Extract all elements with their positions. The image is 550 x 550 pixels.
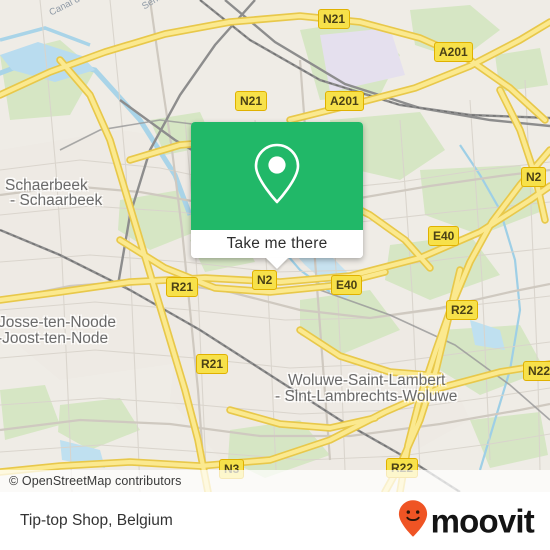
moovit-smiley-pin-icon bbox=[398, 500, 428, 543]
map-place-label: -Joost-ten-Node bbox=[0, 330, 109, 347]
take-me-there-label: Take me there bbox=[226, 235, 328, 252]
road-shield: R21 bbox=[166, 277, 199, 297]
road-shield: N21 bbox=[318, 9, 351, 29]
map-place-label: Josse-ten-Noode bbox=[0, 314, 117, 331]
popup-pointer bbox=[266, 258, 288, 269]
map-place-label: Schaerbeek bbox=[5, 177, 88, 194]
popup-image-area bbox=[191, 122, 363, 230]
map-attribution: © OpenStreetMap contributors bbox=[0, 470, 550, 492]
location-title: Tip-top Shop, Belgium bbox=[20, 512, 173, 529]
road-shield: E40 bbox=[331, 275, 363, 295]
road-shield: E40 bbox=[428, 226, 460, 246]
map-place-label: - Schaarbeek bbox=[10, 192, 103, 209]
footer-bar: Tip-top Shop, Belgium moovit bbox=[0, 492, 550, 550]
moovit-brand: moovit bbox=[398, 500, 535, 543]
road-shield: R22 bbox=[446, 300, 479, 320]
road-shield: N22 bbox=[523, 361, 550, 381]
moovit-map-screen: Canal de Bruxelles à l'Escaut Senne Scha… bbox=[0, 0, 550, 550]
road-shield: A201 bbox=[325, 91, 364, 111]
road-shield: R21 bbox=[196, 354, 229, 374]
take-me-there-popup[interactable]: Take me there bbox=[191, 122, 363, 269]
road-shield: N2 bbox=[521, 167, 547, 187]
map-attribution-text: © OpenStreetMap contributors bbox=[9, 474, 182, 488]
moovit-wordmark: moovit bbox=[430, 502, 535, 540]
take-me-there-button[interactable]: Take me there bbox=[191, 230, 363, 258]
map-place-label: - Sint-Lambrechts-Woluwe bbox=[275, 388, 458, 405]
road-shield: N21 bbox=[235, 91, 268, 111]
map-place-label: Woluwe-Saint-Lambert bbox=[288, 372, 446, 389]
location-pin-icon bbox=[249, 139, 305, 214]
road-shield: N2 bbox=[252, 270, 278, 290]
road-shield: A201 bbox=[434, 42, 473, 62]
